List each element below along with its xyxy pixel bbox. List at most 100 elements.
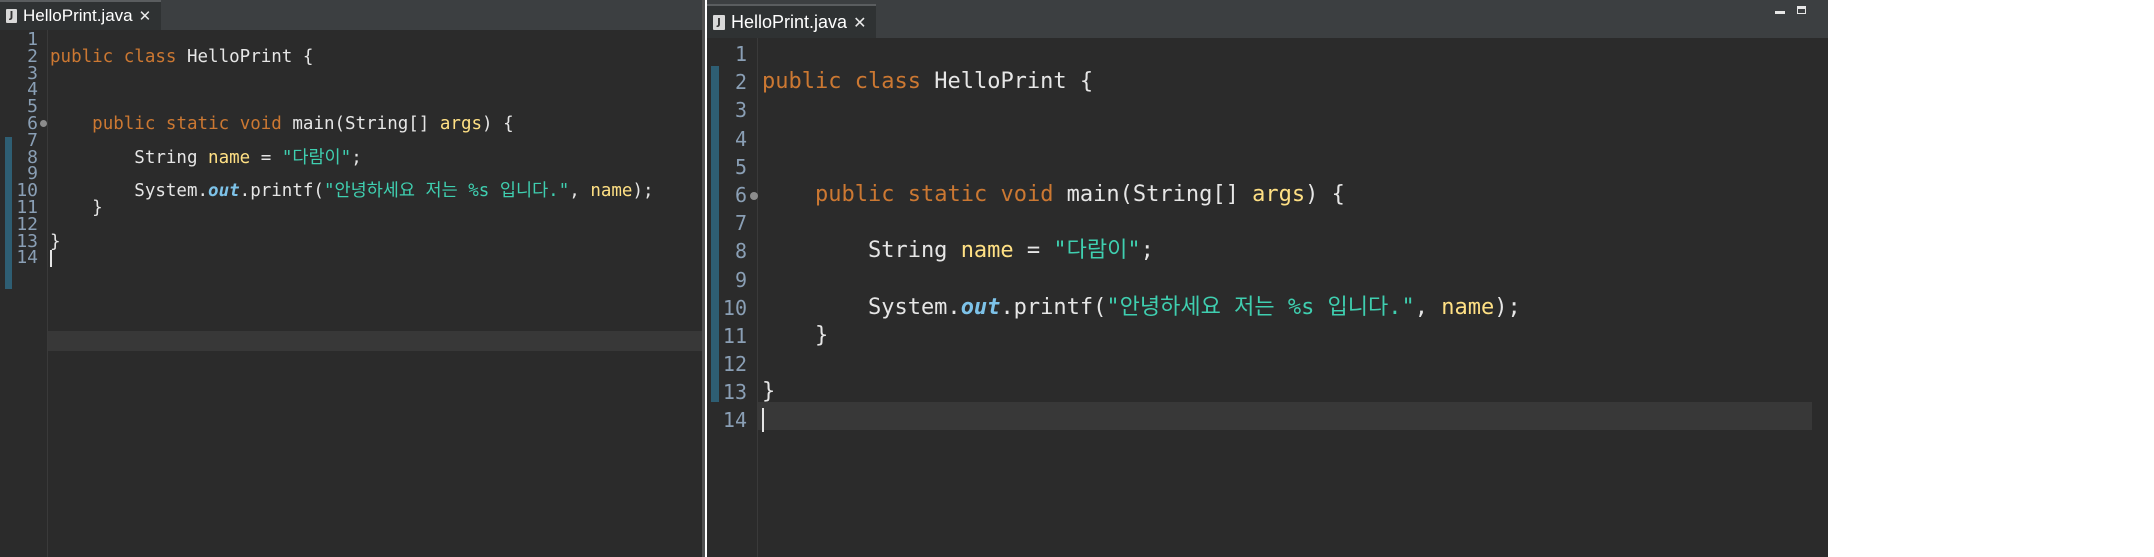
code-line[interactable]: 14 (0, 247, 702, 268)
token-plain: .printf( (1000, 294, 1107, 320)
code-line[interactable]: 13} (0, 231, 702, 252)
line-number: 14 (16, 247, 38, 269)
line-number: 9 (734, 267, 747, 292)
line-number: 13 (722, 380, 747, 405)
token-var: args (1252, 181, 1306, 207)
token-str: "안녕하세요 저는 %s 입니다." (1106, 294, 1415, 320)
code-line[interactable]: 13} (707, 378, 1828, 406)
code-line[interactable]: 12 (0, 214, 702, 235)
token-kw: public (762, 69, 842, 95)
code-line[interactable]: 4 (707, 125, 1828, 153)
maximize-icon[interactable] (1797, 6, 1806, 14)
line-number: 8 (734, 239, 747, 264)
line-number: 6 (734, 182, 747, 207)
code-line[interactable]: 5 (707, 153, 1828, 181)
code-line[interactable]: 4 (0, 79, 702, 100)
line-number: 2 (734, 70, 747, 95)
editor-tab-helloprint[interactable]: J HelloPrint.java ✕ (707, 4, 877, 38)
code-line[interactable]: 11 } (707, 322, 1828, 350)
code-line[interactable]: 11 } (0, 197, 702, 218)
code-line[interactable]: 7 (0, 130, 702, 151)
code-line[interactable]: 10 System.out.printf("안녕하세요 저는 %s 입니다.",… (0, 180, 702, 201)
code-line[interactable]: 1 (0, 29, 702, 50)
token-kw: class (854, 69, 921, 95)
code-text: } (762, 322, 828, 350)
text-cursor (50, 249, 52, 267)
minimize-icon[interactable] (1775, 11, 1785, 14)
text-cursor (762, 408, 764, 433)
token-var: name (960, 238, 1014, 264)
token-plain: } (762, 322, 829, 348)
token-kw: void (1000, 181, 1054, 207)
left-editor-pane[interactable]: J HelloPrint.java ✕ 1 2 public class Hello… (0, 0, 705, 557)
line-number: 1 (734, 42, 747, 66)
code-line[interactable]: 9 (0, 163, 702, 184)
token-plain: = (1013, 238, 1054, 264)
tab-label: HelloPrint.java (23, 6, 133, 25)
code-line[interactable]: 8 String name = "다람이"; (707, 237, 1828, 265)
line-number: 7 (734, 211, 747, 236)
code-line[interactable]: 10 System.out.printf("안녕하세요 저는 %s 입니다.",… (707, 294, 1828, 322)
line-number: 12 (722, 352, 747, 377)
token-plain: ); (1494, 294, 1521, 320)
right-editor-pane[interactable]: J HelloPrint.java ✕ 1 2 public class Hello… (707, 0, 1828, 557)
code-area[interactable]: 1 2 public class HelloPrint {3 4 5 6 public s… (707, 40, 1828, 435)
window-controls (1775, 6, 1806, 14)
code-text (762, 406, 764, 434)
editor-tab-bar: J HelloPrint.java ✕ (707, 0, 1828, 38)
code-line[interactable]: 6 public static void main(String[] args)… (0, 113, 702, 134)
override-marker-icon[interactable] (750, 191, 758, 200)
token-plain: } (762, 379, 776, 405)
line-number: 5 (734, 154, 747, 179)
token-plain: HelloPrint { (920, 69, 1094, 95)
token-kw: public (814, 181, 895, 207)
token-plain: System. (762, 294, 961, 320)
token-fld: out (960, 294, 1001, 320)
token-kw: static (907, 181, 988, 207)
code-text: String name = "다람이"; (762, 237, 1154, 265)
code-line[interactable]: 1 (707, 40, 1828, 68)
token-plain: main(String[] (1053, 181, 1253, 207)
code-line[interactable]: 3 (707, 96, 1828, 124)
close-icon[interactable]: ✕ (139, 7, 152, 25)
token-plain: ; (1140, 238, 1154, 264)
code-line[interactable]: 2 public class HelloPrint { (707, 68, 1828, 96)
java-file-icon: J (6, 9, 17, 23)
token-str: "다람이" (1053, 238, 1141, 264)
code-area[interactable]: 1 2 public class HelloPrint {3 4 5 6 public s… (0, 29, 702, 268)
java-file-icon: J (713, 14, 725, 30)
code-text: public static void main(String[] args) { (762, 181, 1345, 209)
code-line[interactable]: 12 (707, 350, 1828, 378)
current-line-highlight (48, 331, 702, 351)
token-plain: String (762, 238, 961, 264)
line-number: 11 (722, 323, 747, 348)
code-text (50, 248, 52, 268)
editor-tab-bar: J HelloPrint.java ✕ (0, 0, 702, 30)
code-line[interactable]: 8 String name = "다람이"; (0, 147, 702, 168)
code-text: } (762, 378, 775, 406)
override-marker-icon[interactable] (40, 119, 47, 127)
close-icon[interactable]: ✕ (853, 13, 866, 32)
line-number: 14 (722, 408, 747, 433)
token-plain: ) { (1305, 181, 1345, 207)
line-number: 4 (734, 126, 747, 151)
token-var: name (1441, 294, 1495, 320)
line-number: 10 (722, 295, 747, 320)
editor-tab-helloprint[interactable]: J HelloPrint.java ✕ (0, 0, 162, 30)
code-line[interactable]: 6 public static void main(String[] args)… (707, 181, 1828, 209)
code-line[interactable]: 3 (0, 63, 702, 84)
code-text: public class HelloPrint { (762, 68, 1093, 96)
code-line[interactable]: 14 (707, 406, 1828, 434)
line-number: 3 (734, 98, 747, 123)
tab-label: HelloPrint.java (731, 11, 848, 32)
token-plain: , (1414, 294, 1442, 320)
code-text: System.out.printf("안녕하세요 저는 %s 입니다.", na… (762, 294, 1521, 322)
code-line[interactable]: 5 (0, 96, 702, 117)
code-line[interactable]: 2 public class HelloPrint { (0, 46, 702, 67)
code-line[interactable]: 9 (707, 266, 1828, 294)
code-line[interactable]: 7 (707, 209, 1828, 237)
